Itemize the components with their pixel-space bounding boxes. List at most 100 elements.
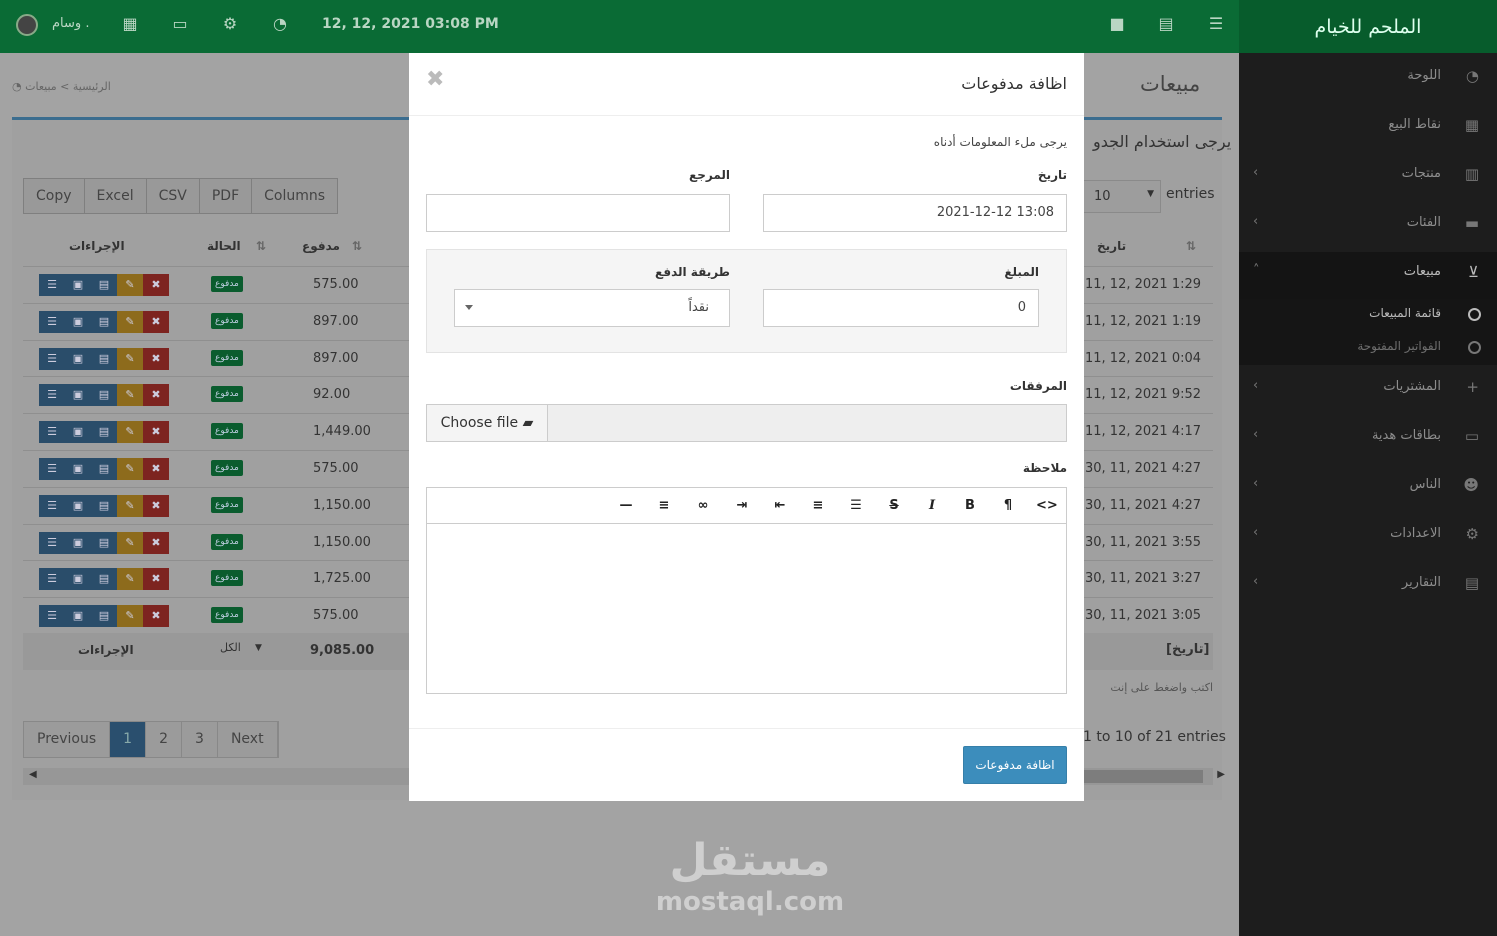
sort-icon[interactable]: ⇅ <box>256 226 266 266</box>
monitor-icon[interactable]: ▭ <box>171 15 189 33</box>
trash-icon[interactable]: ✖ <box>143 494 169 517</box>
entries-select[interactable]: 10 ▼ <box>1083 180 1161 213</box>
list-icon[interactable]: ☰ <box>39 274 65 296</box>
edit-icon[interactable]: ✎ <box>117 274 143 296</box>
briefcase-icon[interactable]: ▤ <box>91 347 117 370</box>
money-icon[interactable]: ▣ <box>65 458 91 480</box>
sort-icon[interactable]: ⇅ <box>1186 226 1196 266</box>
sidebar-item-gift-cards[interactable]: ‹ بطاقات هدية ▭ <box>1239 416 1497 456</box>
edit-icon[interactable]: ✎ <box>117 310 143 333</box>
list-icon[interactable]: ☰ <box>39 458 65 480</box>
trash-icon[interactable]: ✖ <box>143 310 169 333</box>
trash-icon[interactable]: ✖ <box>143 531 169 554</box>
trash-icon[interactable]: ✖ <box>143 384 169 407</box>
sidebar-item-dashboard[interactable]: اللوحة ◔ <box>1239 56 1497 96</box>
money-icon[interactable]: ▣ <box>65 384 91 407</box>
trash-icon[interactable]: ✖ <box>143 568 169 591</box>
scroll-right-icon[interactable]: ▶ <box>1217 769 1225 780</box>
sidebar-subitem-open-bills[interactable]: الفواتير المفتوحة <box>1239 332 1497 362</box>
stop-icon[interactable]: ■ <box>1108 15 1126 33</box>
money-icon[interactable]: ▣ <box>65 274 91 296</box>
align-icon[interactable]: ≡ <box>654 497 674 515</box>
indent-icon[interactable]: ⇥ <box>732 497 752 515</box>
sidebar-item-people[interactable]: ‹ الناس ☻ <box>1239 465 1497 505</box>
money-icon[interactable]: ▣ <box>65 494 91 517</box>
briefcase-icon[interactable]: ▤ <box>91 274 117 296</box>
sort-icon[interactable]: ⇅ <box>352 226 362 266</box>
copy-button[interactable]: Copy <box>24 179 85 213</box>
list-icon[interactable]: ☰ <box>39 421 65 444</box>
avatar[interactable] <box>16 14 38 36</box>
sidebar-item-reports[interactable]: ‹ التقارير ▤ <box>1239 563 1497 603</box>
briefcase-icon[interactable]: ▤ <box>91 458 117 480</box>
pdf-button[interactable]: PDF <box>200 179 253 213</box>
cogs-icon[interactable]: ⚙ <box>221 15 239 33</box>
search-hint[interactable]: اكتب واضغط على إنت <box>1083 670 1213 707</box>
page-1-button[interactable]: 1 <box>110 722 147 757</box>
briefcase-icon[interactable]: ▤ <box>91 605 117 628</box>
briefcase-icon[interactable]: ▤ <box>91 310 117 333</box>
sidebar-item-sales[interactable]: ˄ مبيعات ⊻ <box>1239 252 1497 299</box>
note-textarea[interactable] <box>427 525 1066 693</box>
column-header-paid[interactable]: مدفوع <box>302 226 340 266</box>
unordered-list-icon[interactable]: ☰ <box>846 497 866 515</box>
column-header-date[interactable]: تاريخ <box>1097 226 1126 266</box>
link-icon[interactable]: ∞ <box>693 497 713 515</box>
scrollbar-thumb[interactable] <box>1083 770 1203 783</box>
trash-icon[interactable]: ✖ <box>143 605 169 628</box>
edit-icon[interactable]: ✎ <box>117 421 143 444</box>
list-icon[interactable]: ☰ <box>39 605 65 628</box>
briefcase-icon[interactable]: ▤ <box>91 568 117 591</box>
paragraph-icon[interactable]: ¶ <box>998 497 1018 515</box>
file-input[interactable]: Choose file ▰ <box>426 404 1067 442</box>
column-header-status[interactable]: الحالة <box>207 226 241 266</box>
columns-button[interactable]: Columns <box>252 179 337 213</box>
bold-icon[interactable]: B <box>960 497 980 515</box>
username[interactable]: وسام . <box>52 16 89 31</box>
money-icon[interactable]: ▣ <box>65 347 91 370</box>
outdent-icon[interactable]: ⇤ <box>770 497 790 515</box>
list-icon[interactable]: ☰ <box>39 347 65 370</box>
excel-button[interactable]: Excel <box>85 179 147 213</box>
list-icon[interactable]: ☰ <box>39 531 65 554</box>
horizontal-rule-icon[interactable]: — <box>616 497 636 515</box>
sidebar-subitem-sales-list[interactable]: قائمة المبيعات <box>1239 299 1497 329</box>
page-3-button[interactable]: 3 <box>182 722 218 757</box>
briefcase-icon[interactable]: ▤ <box>91 384 117 407</box>
payment-method-select[interactable]: نقداً <box>454 289 730 327</box>
page-2-button[interactable]: 2 <box>146 722 183 757</box>
next-page-button[interactable]: Next <box>217 722 278 757</box>
brand-logo[interactable]: الملحم للخيام <box>1239 0 1497 53</box>
code-view-icon[interactable]: <> <box>1036 497 1058 515</box>
strikethrough-icon[interactable]: S <box>884 497 904 515</box>
italic-icon[interactable]: I <box>922 497 942 515</box>
csv-button[interactable]: CSV <box>147 179 200 213</box>
money-icon[interactable]: ▣ <box>65 310 91 333</box>
sidebar-item-pos[interactable]: نقاط البيع ▦ <box>1239 105 1497 145</box>
briefcase-icon[interactable]: ▤ <box>91 531 117 554</box>
edit-icon[interactable]: ✎ <box>117 531 143 554</box>
money-icon[interactable]: ▣ <box>65 531 91 554</box>
edit-icon[interactable]: ✎ <box>117 458 143 480</box>
trash-icon[interactable]: ✖ <box>143 274 169 296</box>
trash-icon[interactable]: ✖ <box>143 421 169 444</box>
sidebar-item-products[interactable]: ‹ منتجات ▥ <box>1239 154 1497 194</box>
choose-file-button[interactable]: Choose file ▰ <box>427 405 548 441</box>
ordered-list-icon[interactable]: ≡ <box>808 497 828 515</box>
keyboard-icon[interactable]: ▤ <box>1157 15 1175 33</box>
previous-page-button[interactable]: Previous <box>24 722 111 757</box>
briefcase-icon[interactable]: ▤ <box>91 421 117 444</box>
status-filter[interactable]: الكل <box>220 641 241 654</box>
amount-field[interactable]: 0 <box>763 289 1039 327</box>
money-icon[interactable]: ▣ <box>65 568 91 591</box>
list-icon[interactable]: ☰ <box>39 494 65 517</box>
date-footer-filter[interactable]: [تاريخ] <box>1083 633 1213 670</box>
money-icon[interactable]: ▣ <box>65 605 91 628</box>
money-icon[interactable]: ▣ <box>65 421 91 444</box>
edit-icon[interactable]: ✎ <box>117 384 143 407</box>
date-field[interactable]: 2021-12-12 13:08 <box>763 194 1067 232</box>
add-payment-submit-button[interactable]: اظافة مدفوعات <box>963 746 1067 784</box>
scroll-left-icon[interactable]: ◀ <box>29 769 37 780</box>
edit-icon[interactable]: ✎ <box>117 494 143 517</box>
list-icon[interactable]: ☰ <box>39 384 65 407</box>
